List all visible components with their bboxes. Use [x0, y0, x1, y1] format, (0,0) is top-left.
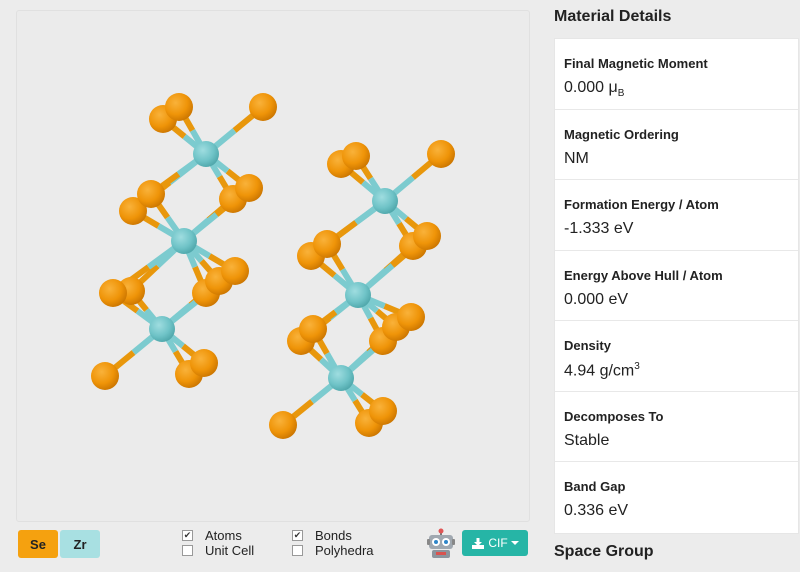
se-atom: [369, 397, 397, 425]
download-cif-button[interactable]: CIF: [462, 530, 528, 556]
property-label: Decomposes To: [564, 408, 664, 424]
zr-atom: [328, 365, 354, 391]
property-label: Final Magnetic Moment: [564, 56, 708, 71]
property-label: Density: [564, 338, 611, 353]
se-atom: [165, 93, 193, 121]
element-se-button[interactable]: Se: [18, 530, 58, 558]
se-atom: [190, 349, 218, 377]
property-value: 0.000 μB: [564, 79, 625, 100]
se-atom: [91, 362, 119, 390]
bonds-toggle[interactable]: ✔ Bonds: [292, 528, 352, 543]
property-value: -1.333 eV: [564, 220, 634, 237]
property-magnetic-ordering: Magnetic Ordering NM: [555, 110, 798, 180]
property-label: Formation Energy / Atom: [564, 197, 719, 212]
atoms-checkbox[interactable]: ✔: [182, 530, 193, 541]
download-icon: [472, 537, 485, 549]
se-atom: [413, 222, 441, 250]
property-value: 0.336 eV: [564, 502, 629, 519]
bonds-checkbox[interactable]: ✔: [292, 530, 303, 541]
se-atom: [427, 140, 455, 168]
zr-atom: [171, 228, 197, 254]
atoms-label: Atoms: [205, 528, 242, 543]
se-atom: [137, 180, 165, 208]
polyhedra-checkbox[interactable]: [292, 545, 303, 556]
material-details-title: Material Details: [554, 8, 672, 25]
structure-viewer[interactable]: [16, 10, 530, 522]
se-atom: [235, 174, 263, 202]
se-atom: [269, 411, 297, 439]
se-atom: [249, 93, 277, 121]
se-atom: [299, 315, 327, 343]
polyhedra-toggle[interactable]: Polyhedra: [292, 543, 374, 558]
property-final-magnetic-moment: Final Magnetic Moment 0.000 μB: [555, 39, 798, 110]
unit-cell-checkbox[interactable]: [182, 545, 193, 556]
zr-atom: [149, 316, 175, 342]
material-details-card: Final Magnetic Moment 0.000 μB Magnetic …: [554, 38, 799, 534]
zr-atom: [193, 141, 219, 167]
property-value: 4.94 g/cm3: [564, 361, 640, 380]
se-atom: [221, 257, 249, 285]
se-atom: [313, 230, 341, 258]
property-energy-above-hull: Energy Above Hull / Atom 0.000 eV: [555, 251, 798, 321]
property-label: Magnetic Ordering: [564, 126, 679, 142]
unit-cell-label: Unit Cell: [205, 543, 255, 558]
viewer-toolbar: Se Zr ✔ Atoms Unit Cell ✔ Bonds Polyhedr…: [16, 522, 536, 572]
property-value: Stable: [564, 431, 610, 449]
property-label: Energy Above Hull / Atom: [564, 267, 723, 283]
crystal-structure-graphic: [91, 93, 455, 439]
property-value: 0.000 eV: [564, 290, 629, 308]
bonds-label: Bonds: [315, 528, 352, 543]
robot-icon[interactable]: [426, 528, 456, 560]
se-atom: [397, 303, 425, 331]
property-formation-energy: Formation Energy / Atom -1.333 eV: [555, 180, 798, 251]
property-density: Density 4.94 g/cm3: [555, 321, 798, 392]
cif-label: CIF: [488, 536, 508, 550]
unit-cell-toggle[interactable]: Unit Cell: [182, 543, 254, 558]
zr-atom: [372, 188, 398, 214]
property-decomposes-to: Decomposes To Stable: [555, 392, 798, 462]
atoms-toggle[interactable]: ✔ Atoms: [182, 528, 242, 543]
caret-down-icon: [510, 541, 519, 545]
zr-atom: [345, 282, 371, 308]
element-zr-button[interactable]: Zr: [60, 530, 100, 558]
se-atom: [99, 279, 127, 307]
polyhedra-label: Polyhedra: [315, 543, 374, 558]
property-band-gap: Band Gap 0.336 eV: [555, 462, 798, 533]
bonds-group: [103, 104, 443, 428]
property-value: NM: [564, 149, 589, 167]
property-label: Band Gap: [564, 479, 626, 494]
space-group-title: Space Group: [554, 543, 654, 560]
se-atom: [342, 142, 370, 170]
